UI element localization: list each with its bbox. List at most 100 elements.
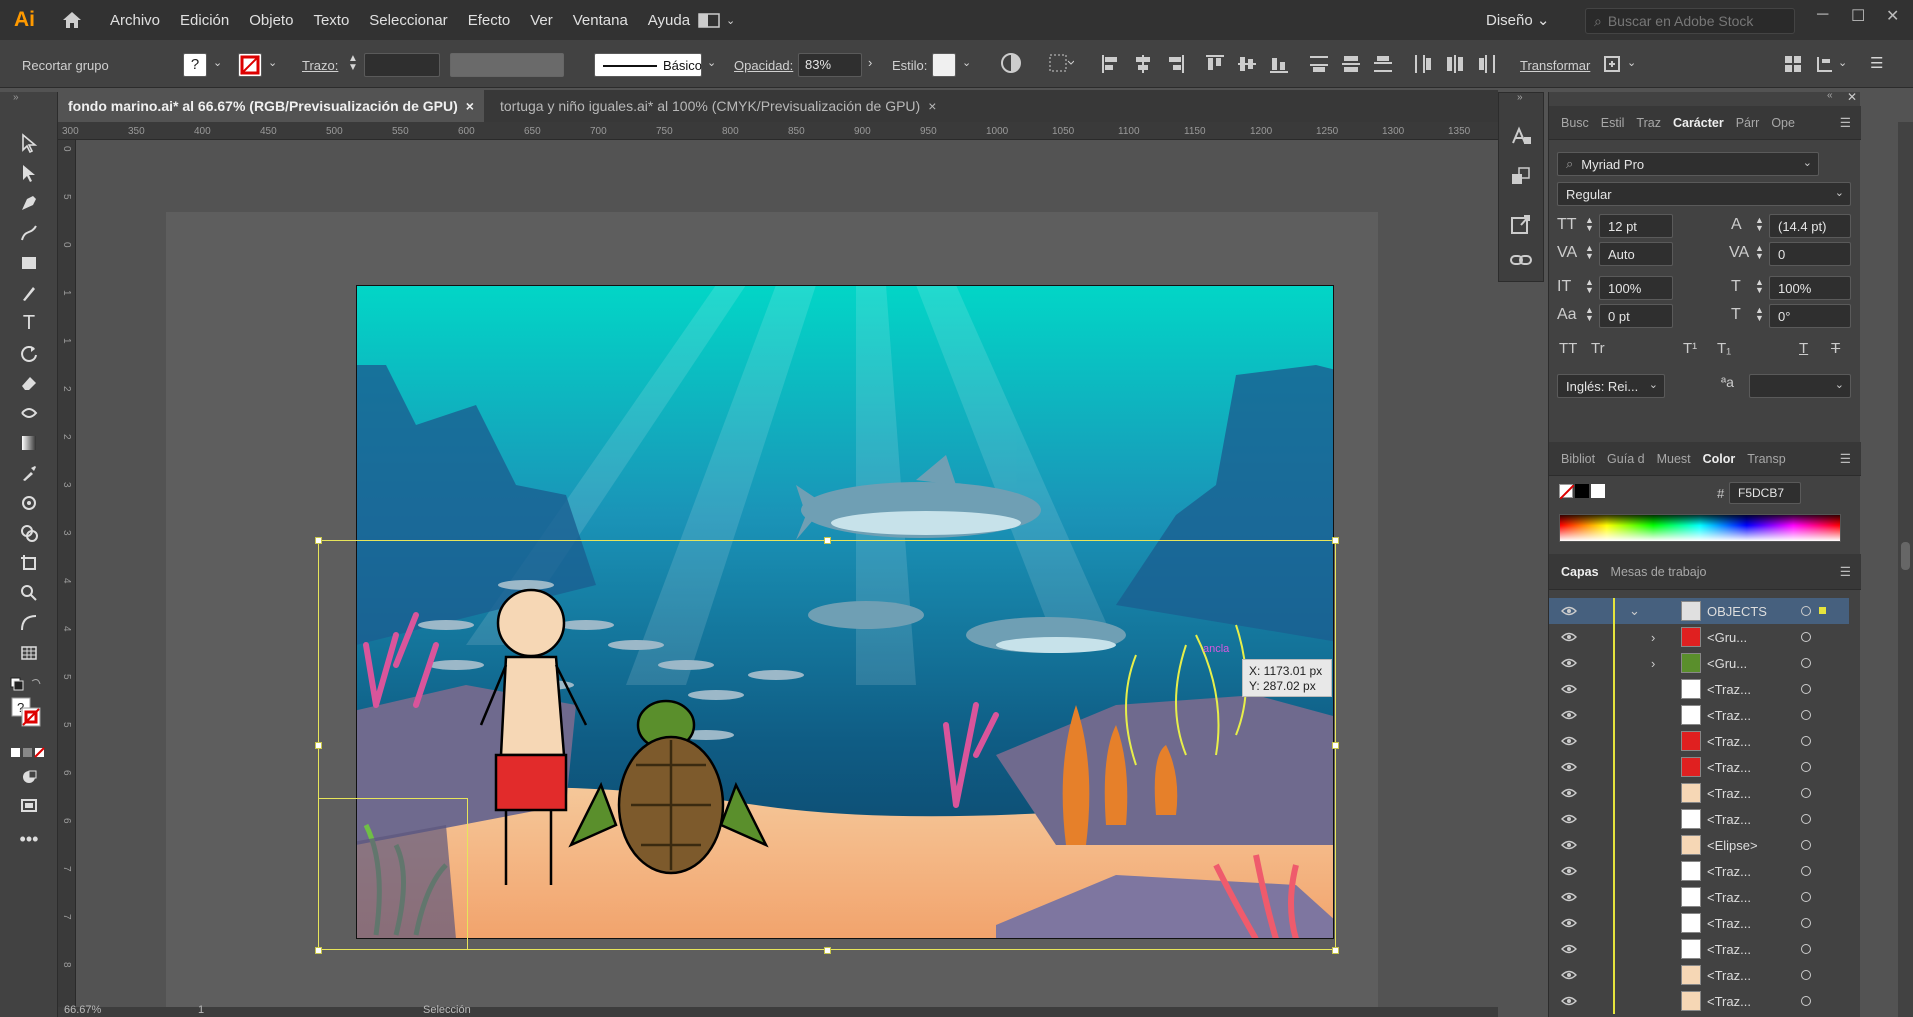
anti-aliasing-field[interactable]: ⌄ [1749, 374, 1851, 398]
visibility-eye-icon[interactable] [1561, 918, 1577, 928]
layer-row[interactable]: <Traz... [1549, 676, 1849, 702]
tab-guia-color[interactable]: Guía d [1607, 452, 1645, 466]
expand-dock-icon[interactable]: » [1517, 92, 1523, 103]
rectangle-tool-icon[interactable] [13, 250, 45, 276]
menu-texto[interactable]: Texto [313, 12, 349, 29]
transform-panel-icon[interactable] [1509, 165, 1533, 190]
font-style-field[interactable]: Regular ⌄ [1557, 182, 1851, 206]
handle-sw[interactable] [315, 947, 322, 954]
superscript-icon[interactable]: T¹ [1683, 340, 1697, 357]
width-tool-icon[interactable] [13, 400, 45, 426]
maximize-icon[interactable]: ☐ [1851, 6, 1865, 26]
right-scrollbar[interactable] [1898, 122, 1913, 1017]
handle-w[interactable] [315, 742, 322, 749]
tab-parrafo[interactable]: Párr [1736, 116, 1760, 130]
none-swatch[interactable] [1559, 484, 1575, 500]
tab-fondo-marino[interactable]: fondo marino.ai* al 66.67% (RGB/Previsua… [58, 90, 484, 122]
curvature-tool-icon[interactable] [13, 220, 45, 246]
layer-name[interactable]: <Traz... [1707, 864, 1751, 879]
layer-name[interactable]: OBJECTS [1707, 604, 1767, 619]
tab-mesas-de-trabajo[interactable]: Mesas de trabajo [1611, 565, 1707, 579]
visibility-eye-icon[interactable] [1561, 658, 1577, 668]
variable-width-profile[interactable] [450, 53, 564, 77]
target-circle-icon[interactable] [1801, 788, 1811, 798]
align-left-icon[interactable] [1100, 53, 1122, 78]
stroke-stepper[interactable]: ▲ ▼ [348, 54, 358, 73]
fill-chevron-icon[interactable]: ⌄ [213, 56, 222, 69]
layer-name[interactable]: <Gru... [1707, 630, 1747, 645]
layer-row[interactable]: <Traz... [1549, 754, 1849, 780]
language-field[interactable]: Inglés: Rei... ⌄ [1557, 374, 1665, 398]
distribute-left-icon[interactable] [1412, 53, 1434, 78]
visibility-eye-icon[interactable] [1561, 866, 1577, 876]
variables-icon[interactable] [1814, 53, 1836, 78]
tab-estilos[interactable]: Estil [1601, 116, 1625, 130]
vertical-scale-field[interactable]: 100% [1599, 276, 1673, 300]
menu-efecto[interactable]: Efecto [468, 12, 511, 29]
opacity-field[interactable]: 83% [798, 53, 862, 77]
handle-nw[interactable] [315, 537, 322, 544]
color-spectrum[interactable] [1559, 514, 1841, 542]
layer-row[interactable]: <Traz... [1549, 962, 1849, 988]
align-hcenter-icon[interactable] [1132, 53, 1154, 78]
collapse-tools-icon[interactable]: » [13, 92, 19, 103]
visibility-eye-icon[interactable] [1561, 762, 1577, 772]
strikethrough-icon[interactable]: T [1831, 340, 1840, 357]
layer-row[interactable]: <Elipse> [1549, 832, 1849, 858]
tab-tortuga-nino[interactable]: tortuga y niño iguales.ai* al 100% (CMYK… [490, 90, 946, 122]
font-size-field[interactable]: 12 pt [1599, 214, 1673, 238]
close-tab-icon[interactable]: × [466, 98, 474, 114]
target-circle-icon[interactable] [1801, 970, 1811, 980]
fill-stroke-widget[interactable]: ? [8, 697, 48, 727]
hscale-stepper[interactable]: ▲ ▼ [1755, 278, 1764, 295]
rotation-field[interactable]: 0° [1769, 304, 1851, 328]
eraser-tool-icon[interactable] [13, 370, 45, 396]
type-tool-icon[interactable]: T [13, 310, 45, 336]
artboard-number[interactable]: 1 [198, 1004, 204, 1016]
tab-capas[interactable]: Capas [1561, 565, 1599, 579]
stroke-swatch[interactable] [238, 53, 262, 77]
layer-name[interactable]: <Traz... [1707, 760, 1751, 775]
layer-name[interactable]: <Traz... [1707, 708, 1751, 723]
target-circle-icon[interactable] [1801, 814, 1811, 824]
chevron-right-icon[interactable]: › [868, 55, 872, 70]
target-circle-icon[interactable] [1801, 736, 1811, 746]
tab-transparencia[interactable]: Transp [1747, 452, 1785, 466]
expand-layer-icon[interactable]: ⌄ [1629, 603, 1640, 619]
distribute-right-icon[interactable] [1476, 53, 1498, 78]
handle-ne[interactable] [1332, 537, 1339, 544]
subscript-icon[interactable]: T₁ [1717, 340, 1731, 357]
variables-chevron-icon[interactable]: ⌄ [1838, 56, 1847, 69]
visibility-eye-icon[interactable] [1561, 996, 1577, 1006]
tab-caracter[interactable]: Carácter [1673, 116, 1724, 130]
layer-name[interactable]: <Traz... [1707, 968, 1751, 983]
target-circle-icon[interactable] [1801, 632, 1811, 642]
export-icon[interactable] [1509, 213, 1533, 238]
visibility-eye-icon[interactable] [1561, 606, 1577, 616]
more-tools-icon[interactable]: ••• [13, 826, 45, 852]
tab-buscar[interactable]: Busc [1561, 116, 1589, 130]
align-to-icon[interactable] [1048, 53, 1075, 76]
tracking-stepper[interactable]: ▲ ▼ [1755, 244, 1764, 261]
layer-name[interactable]: <Traz... [1707, 734, 1751, 749]
stroke-weight-field[interactable] [364, 53, 440, 77]
shape-builder-tool-icon[interactable] [13, 520, 45, 546]
character-panel-menu-icon[interactable]: ☰ [1840, 115, 1851, 130]
visibility-eye-icon[interactable] [1561, 710, 1577, 720]
visibility-eye-icon[interactable] [1561, 970, 1577, 980]
layer-name[interactable]: <Traz... [1707, 812, 1751, 827]
align-bottom-icon[interactable] [1268, 53, 1290, 78]
grid-tool-icon[interactable] [13, 640, 45, 666]
pen-tool-icon[interactable] [13, 190, 45, 216]
selection-tool-icon[interactable] [13, 130, 45, 156]
layer-name[interactable]: <Traz... [1707, 916, 1751, 931]
links-icon[interactable] [1509, 251, 1533, 272]
distribute-bottom-icon[interactable] [1372, 53, 1394, 78]
workspace-switcher[interactable]: Diseño ⌄ [1486, 11, 1549, 29]
tab-muestras[interactable]: Muest [1657, 452, 1691, 466]
target-circle-icon[interactable] [1801, 710, 1811, 720]
handle-e[interactable] [1332, 742, 1339, 749]
zoom-tool-icon[interactable] [13, 580, 45, 606]
visibility-eye-icon[interactable] [1561, 632, 1577, 642]
style-chevron-icon[interactable]: ⌄ [962, 56, 971, 69]
